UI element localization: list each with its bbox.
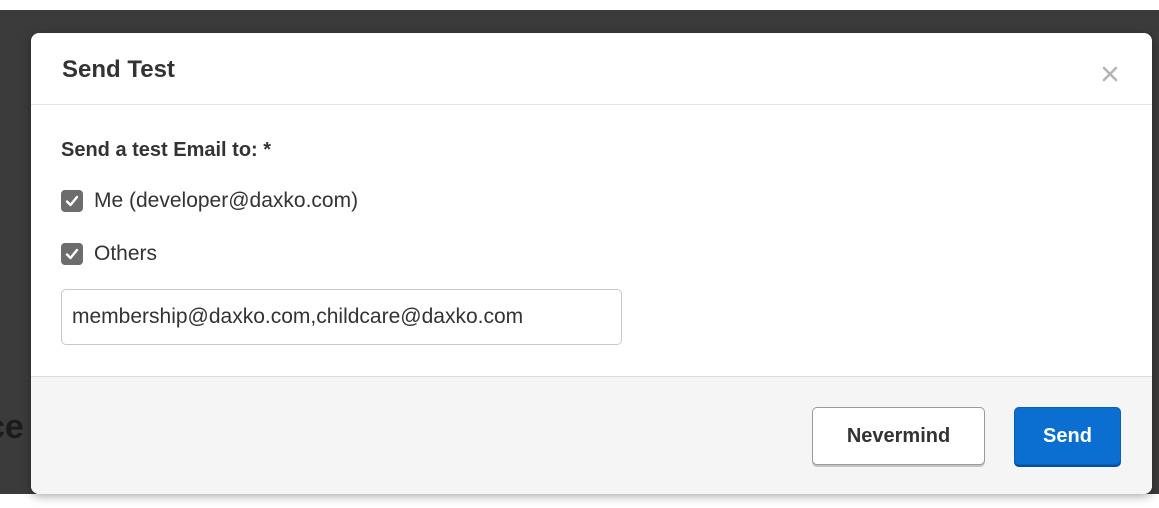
me-checkbox-label: Me (developer@daxko.com) <box>94 189 359 212</box>
other-emails-input[interactable] <box>61 289 622 345</box>
me-checkbox[interactable] <box>61 190 83 212</box>
screen: ce Send Test Send a test Email to: * Me … <box>0 0 1159 508</box>
option-others[interactable]: Others <box>61 239 157 269</box>
send-test-dialog: Send Test Send a test Email to: * Me (de… <box>31 33 1152 494</box>
close-icon <box>1102 66 1118 82</box>
others-checkbox-label: Others <box>94 242 158 265</box>
recipients-label: Send a test Email to: * <box>61 139 272 161</box>
others-checkbox[interactable] <box>61 243 83 265</box>
close-button[interactable] <box>1099 63 1121 85</box>
dialog-title: Send Test <box>62 56 175 83</box>
dialog-body: Send a test Email to: * Me (developer@da… <box>31 105 1152 376</box>
checkmark-icon <box>65 248 79 260</box>
option-me[interactable]: Me (developer@daxko.com) <box>61 186 358 216</box>
checkmark-icon <box>65 195 79 207</box>
send-button[interactable]: Send <box>1014 407 1121 465</box>
dialog-footer: Nevermind Send <box>31 376 1152 494</box>
nevermind-button[interactable]: Nevermind <box>812 407 985 465</box>
dialog-header: Send Test <box>31 33 1152 105</box>
